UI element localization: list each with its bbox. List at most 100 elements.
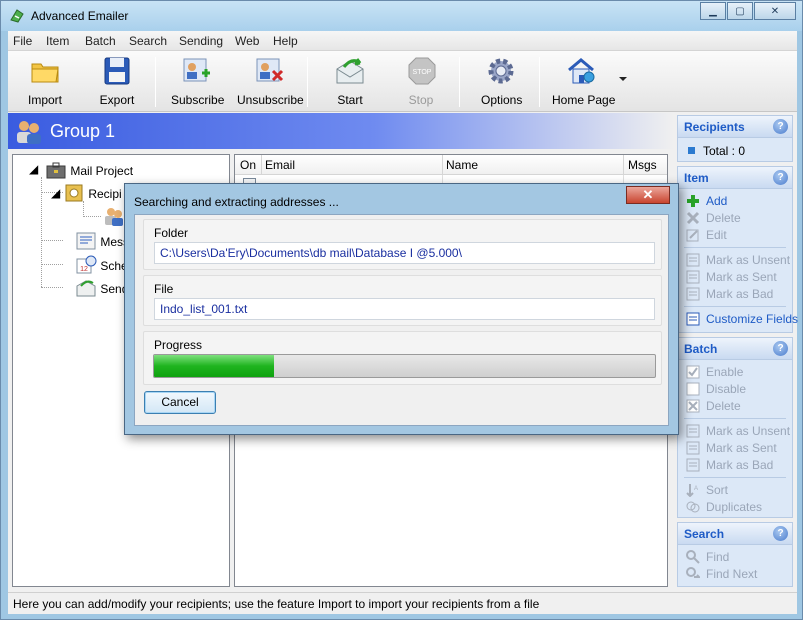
extract-dialog: Searching and extracting addresses ... ✕… <box>124 183 679 435</box>
add-item-link[interactable]: Add <box>686 194 727 208</box>
batch-mark-bad-link[interactable]: Mark as Bad <box>686 458 773 472</box>
tree-item-recipients[interactable]: Recipi <box>63 183 122 203</box>
menu-bar: File Item Batch Search Sending Web Help <box>8 31 797 51</box>
group-header: Group 1 <box>8 113 674 149</box>
tree-item-mail-project[interactable]: Mail Project <box>45 159 133 181</box>
mark-unsent-link[interactable]: Mark as Unsent <box>686 253 790 267</box>
tree-item-sending[interactable]: Send <box>75 278 128 298</box>
tree-expander-recipients[interactable]: ◢ <box>51 186 60 200</box>
address-book-icon <box>65 184 83 202</box>
list-icon <box>686 270 700 284</box>
file-label: File <box>154 282 174 296</box>
column-name[interactable]: Name <box>446 158 478 172</box>
edit-item-link[interactable]: Edit <box>686 228 727 242</box>
delete-x-icon <box>686 399 700 413</box>
find-next-link[interactable]: Find Next <box>686 567 757 581</box>
progress-bar <box>153 354 656 378</box>
tree-expander-root[interactable]: ◢ <box>29 162 38 176</box>
tree-item-schedule[interactable]: 12 Sche <box>75 255 128 275</box>
search-panel: Search? Find Find Next <box>677 522 793 587</box>
batch-panel-title[interactable]: Batch <box>684 342 717 356</box>
edit-icon <box>686 229 699 242</box>
close-button[interactable]: ✕ <box>754 2 796 20</box>
sort-icon: A <box>686 484 698 497</box>
item-panel-title[interactable]: Item <box>684 171 709 185</box>
export-button[interactable]: Export <box>98 55 136 109</box>
minimize-button[interactable]: ▁ <box>700 2 726 20</box>
help-icon[interactable]: ? <box>773 119 788 134</box>
menu-search[interactable]: Search <box>129 34 167 48</box>
sort-link[interactable]: A Sort <box>686 483 728 497</box>
help-icon[interactable]: ? <box>773 170 788 185</box>
batch-delete-link[interactable]: Delete <box>686 399 741 413</box>
briefcase-icon <box>46 162 66 179</box>
file-field[interactable]: Indo_list_001.txt <box>154 298 655 320</box>
search-panel-title[interactable]: Search <box>684 527 724 541</box>
import-button[interactable]: Import <box>26 55 64 109</box>
recipients-panel-title[interactable]: Recipients <box>684 120 745 134</box>
menu-item[interactable]: Item <box>46 34 69 48</box>
chevron-down-icon <box>619 77 627 81</box>
unsubscribe-button[interactable]: Unsubscribe <box>237 55 304 109</box>
home-page-dropdown[interactable] <box>618 73 628 83</box>
bullet-icon <box>688 147 695 154</box>
disable-link[interactable]: Disable <box>686 382 746 396</box>
checkbox-checked-icon <box>686 365 700 379</box>
menu-file[interactable]: File <box>13 34 32 48</box>
total-label: Total : 0 <box>686 144 745 158</box>
menu-sending[interactable]: Sending <box>179 34 223 48</box>
options-button[interactable]: Options <box>481 55 522 109</box>
folder-field[interactable]: C:\Users\Da'Ery\Documents\db mail\Databa… <box>154 242 655 264</box>
customize-fields-link[interactable]: Customize Fields <box>686 312 798 326</box>
column-msgs[interactable]: Msgs <box>628 158 657 172</box>
floppy-disk-icon <box>104 57 130 85</box>
add-contact-icon <box>183 58 210 82</box>
send-mail-icon <box>76 280 96 297</box>
folder-group: Folder C:\Users\Da'Ery\Documents\db mail… <box>143 219 662 270</box>
list-header: On Email Name Msgs <box>235 155 667 175</box>
subscribe-button[interactable]: Subscribe <box>171 55 224 109</box>
batch-mark-unsent-link[interactable]: Mark as Unsent <box>686 424 790 438</box>
status-text: Here you can add/modify your recipients;… <box>13 597 540 611</box>
task-pane: Recipients? Total : 0 Item? Add Delete E… <box>677 115 798 587</box>
svg-text:STOP: STOP <box>413 69 432 76</box>
svg-text:12: 12 <box>80 266 88 273</box>
cancel-button[interactable]: Cancel <box>144 391 216 414</box>
tree-item-messages[interactable]: Mess <box>75 231 129 251</box>
enable-link[interactable]: Enable <box>686 365 743 379</box>
users-icon <box>17 121 41 144</box>
folder-label: Folder <box>154 226 189 240</box>
start-button[interactable]: Start <box>333 55 367 109</box>
duplicates-icon <box>686 501 700 513</box>
delete-item-link[interactable]: Delete <box>686 211 741 225</box>
checkbox-empty-icon <box>686 382 700 396</box>
stop-sign-icon: STOP <box>408 57 436 85</box>
help-icon[interactable]: ? <box>773 341 788 356</box>
list-icon <box>686 458 700 472</box>
mark-sent-link[interactable]: Mark as Sent <box>686 270 777 284</box>
mark-bad-link[interactable]: Mark as Bad <box>686 287 773 301</box>
send-mail-icon <box>336 58 364 84</box>
menu-web[interactable]: Web <box>235 34 259 48</box>
toolbar: Import Export Subscribe Unsubscribe Star… <box>8 51 797 112</box>
column-on[interactable]: On <box>240 158 256 172</box>
file-group: File Indo_list_001.txt <box>143 275 662 326</box>
plus-icon <box>687 195 699 207</box>
duplicates-link[interactable]: Duplicates <box>686 500 762 514</box>
batch-mark-sent-link[interactable]: Mark as Sent <box>686 441 777 455</box>
dialog-close-button[interactable]: ✕ <box>626 186 670 204</box>
menu-help[interactable]: Help <box>273 34 298 48</box>
menu-batch[interactable]: Batch <box>85 34 116 48</box>
find-link[interactable]: Find <box>686 550 729 564</box>
form-icon <box>686 312 700 326</box>
list-icon <box>686 287 700 301</box>
help-icon[interactable]: ? <box>773 526 788 541</box>
home-page-button[interactable]: Home Page <box>552 55 615 109</box>
batch-panel: Batch? Enable Disable Delete Mark as Uns… <box>677 337 793 518</box>
maximize-button[interactable]: ▢ <box>727 2 753 20</box>
tree-item-group[interactable] <box>103 206 125 229</box>
stop-button[interactable]: STOP Stop <box>406 55 436 109</box>
title-bar: Advanced Emailer ▁ ▢ ✕ <box>1 1 802 31</box>
column-email[interactable]: Email <box>265 158 295 172</box>
users-icon <box>105 208 123 226</box>
